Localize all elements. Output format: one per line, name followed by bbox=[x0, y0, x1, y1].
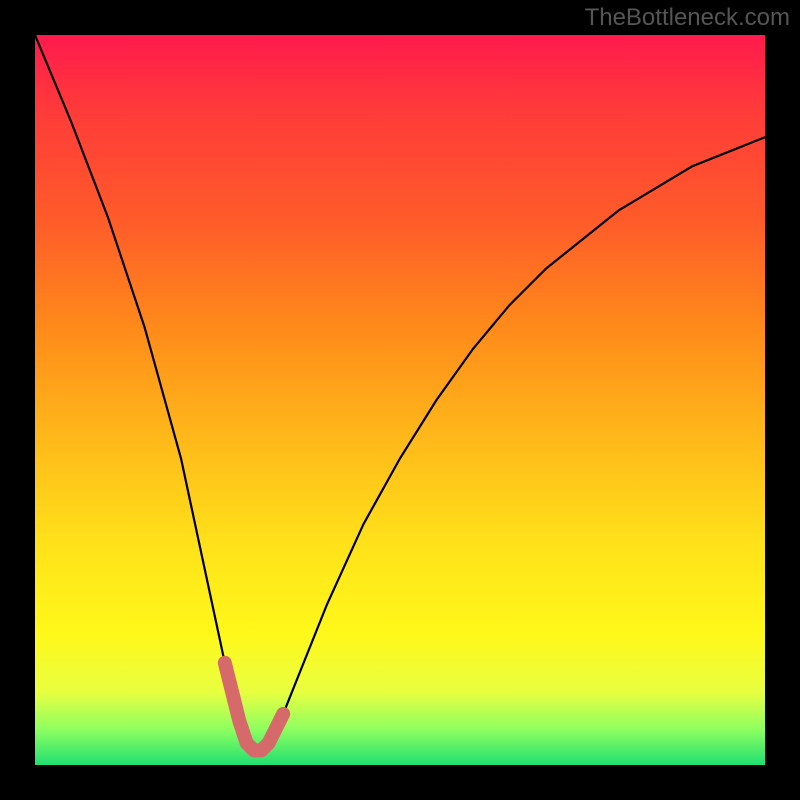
watermark-text: TheBottleneck.com bbox=[585, 4, 790, 32]
chart-plot-area bbox=[35, 35, 765, 765]
chart-svg bbox=[35, 35, 765, 765]
bottleneck-curve-path bbox=[35, 35, 765, 750]
valley-highlight-path bbox=[225, 663, 283, 751]
